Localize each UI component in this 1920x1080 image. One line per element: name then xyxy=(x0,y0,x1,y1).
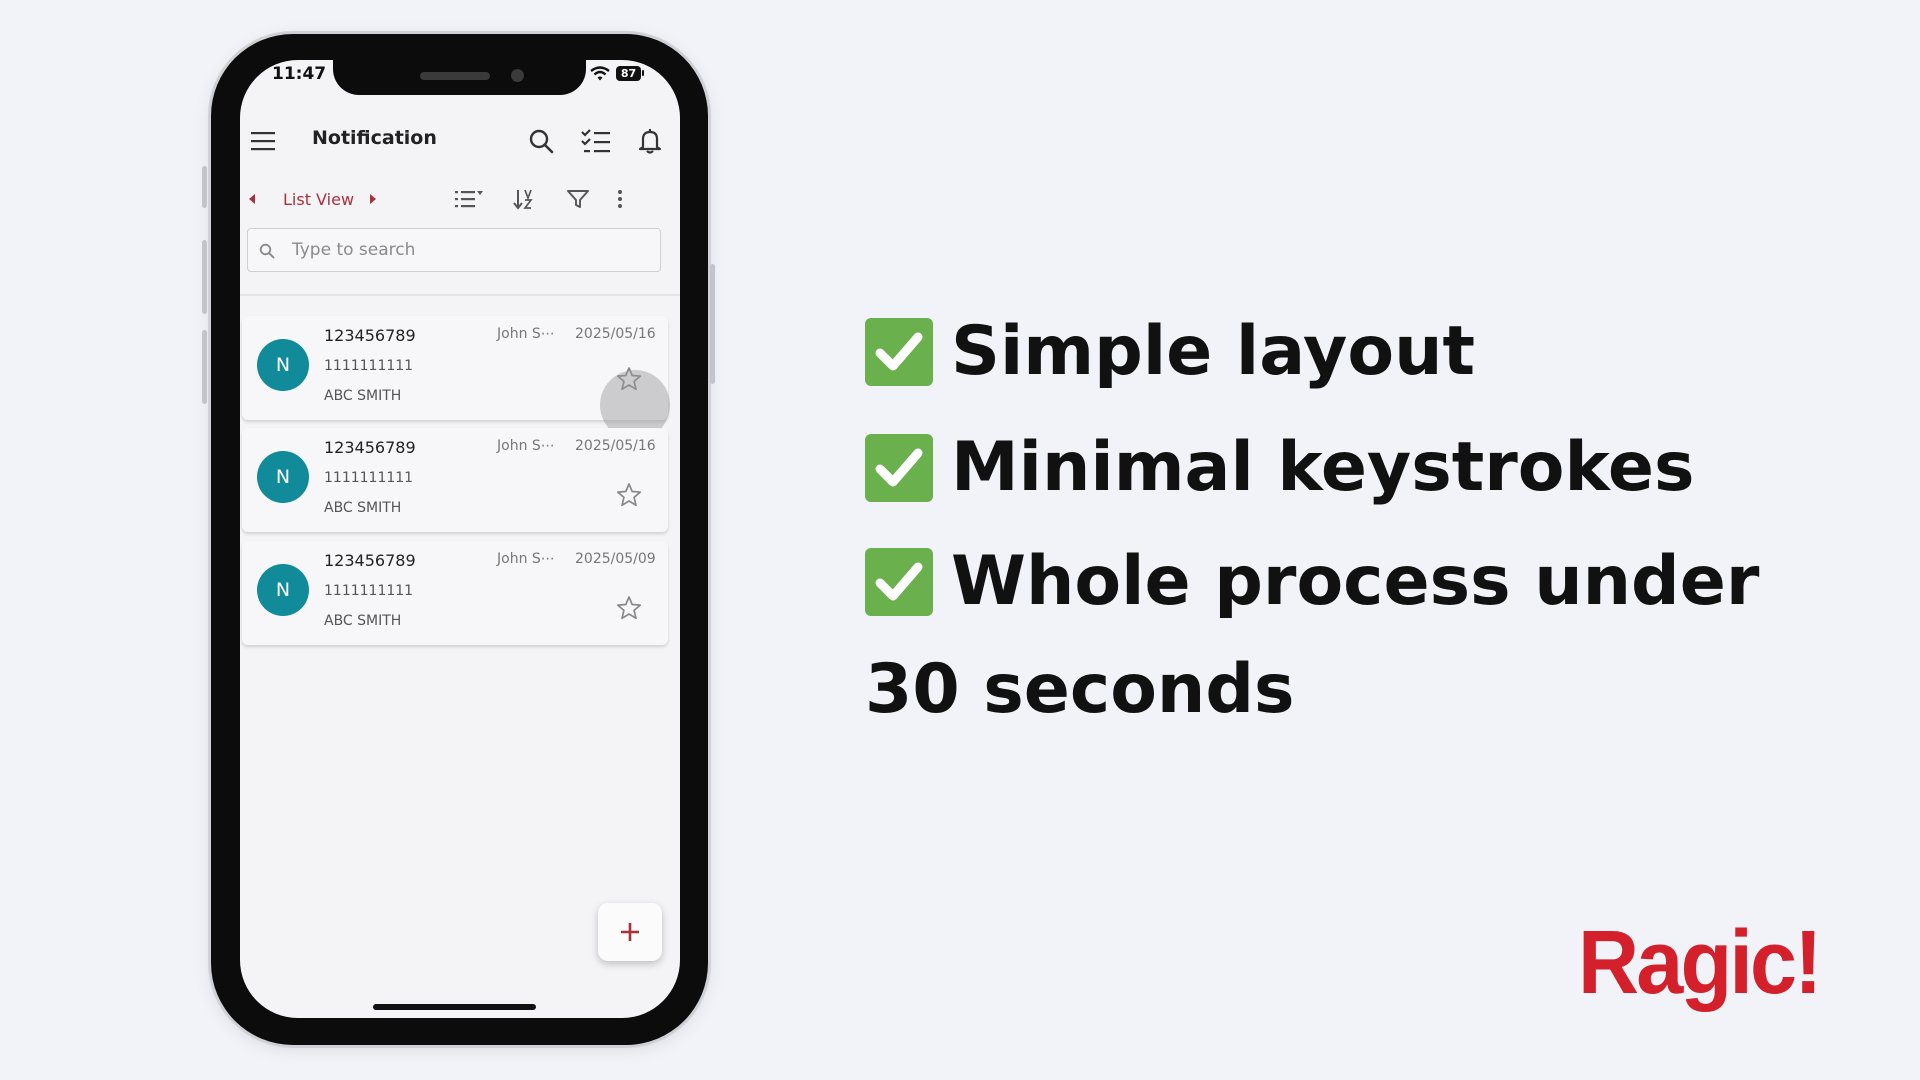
page-title: Notification xyxy=(312,127,437,149)
search-button[interactable] xyxy=(524,125,558,157)
search-placeholder: Type to search xyxy=(292,240,416,260)
record-name: ABC SMITH xyxy=(324,500,402,516)
next-view-button[interactable] xyxy=(366,188,380,210)
search-icon xyxy=(529,129,554,154)
view-selector[interactable]: List View xyxy=(283,190,354,209)
add-record-button[interactable] xyxy=(598,903,662,961)
home-indicator xyxy=(373,1004,536,1010)
record-title: 123456789 xyxy=(324,438,416,457)
speaker xyxy=(420,72,490,80)
front-camera xyxy=(511,69,524,82)
battery-indicator: 87 xyxy=(616,66,641,81)
check-icon xyxy=(865,317,933,386)
star-icon[interactable] xyxy=(616,595,642,621)
list-options-button[interactable] xyxy=(452,186,486,212)
notch xyxy=(333,60,586,95)
search-input[interactable]: Type to search xyxy=(247,228,661,272)
more-options-button[interactable] xyxy=(612,186,628,212)
filter-button[interactable] xyxy=(564,186,592,212)
feature-text: Minimal keystrokes xyxy=(951,428,1695,507)
list-item[interactable]: N 123456789 1111111111 ABC SMITH John S⋯… xyxy=(242,541,668,645)
phone-screen: 11:47 87 Notification List View Type to … xyxy=(240,60,680,1018)
ragic-logo: Ragic! xyxy=(1578,913,1822,1013)
feature-text: Whole process under xyxy=(951,542,1760,621)
volume-down-button xyxy=(202,330,207,404)
record-owner: John S⋯ xyxy=(497,438,555,454)
power-button xyxy=(710,264,715,384)
feature-text-continuation: 30 seconds xyxy=(865,650,1295,729)
avatar: N xyxy=(257,564,309,616)
plus-icon xyxy=(621,923,639,941)
feature-item: Simple layout xyxy=(865,312,1475,391)
record-subtitle: 1111111111 xyxy=(324,470,414,486)
search-icon xyxy=(259,243,275,259)
mute-switch xyxy=(202,166,207,208)
more-vertical-icon xyxy=(618,190,622,208)
record-title: 123456789 xyxy=(324,326,416,345)
tasks-button[interactable] xyxy=(579,125,613,157)
filter-icon xyxy=(567,190,589,208)
volume-up-button xyxy=(202,240,207,314)
bell-icon xyxy=(639,129,661,154)
sort-button[interactable] xyxy=(510,186,538,212)
record-owner: John S⋯ xyxy=(497,551,555,567)
checklist-icon xyxy=(581,129,610,153)
caret-left-icon xyxy=(249,194,255,204)
feature-text: Simple layout xyxy=(951,312,1475,391)
menu-button[interactable] xyxy=(246,126,280,156)
wifi-icon xyxy=(590,66,610,81)
list-options-icon xyxy=(455,191,483,208)
divider xyxy=(240,294,680,296)
record-subtitle: 1111111111 xyxy=(324,583,414,599)
check-icon xyxy=(865,547,933,616)
check-icon xyxy=(865,433,933,502)
record-date: 2025/05/16 xyxy=(575,438,656,454)
caret-right-icon xyxy=(370,194,376,204)
menu-icon xyxy=(251,132,275,151)
prev-view-button[interactable] xyxy=(245,188,259,210)
list-item[interactable]: N 123456789 1111111111 ABC SMITH John S⋯… xyxy=(242,428,668,532)
feature-item: Minimal keystrokes xyxy=(865,428,1694,507)
record-name: ABC SMITH xyxy=(324,613,402,629)
record-date: 2025/05/09 xyxy=(575,551,656,567)
record-title: 123456789 xyxy=(324,551,416,570)
battery-tip xyxy=(642,70,644,76)
status-time: 11:47 xyxy=(272,64,327,84)
record-subtitle: 1111111111 xyxy=(324,358,414,374)
star-icon[interactable] xyxy=(616,482,642,508)
record-owner: John S⋯ xyxy=(497,326,555,342)
sort-icon xyxy=(513,189,533,210)
feature-item: Whole process under xyxy=(865,542,1759,621)
avatar: N xyxy=(257,339,309,391)
avatar: N xyxy=(257,451,309,503)
record-name: ABC SMITH xyxy=(324,388,402,404)
notifications-button[interactable] xyxy=(634,125,666,157)
record-date: 2025/05/16 xyxy=(575,326,656,342)
